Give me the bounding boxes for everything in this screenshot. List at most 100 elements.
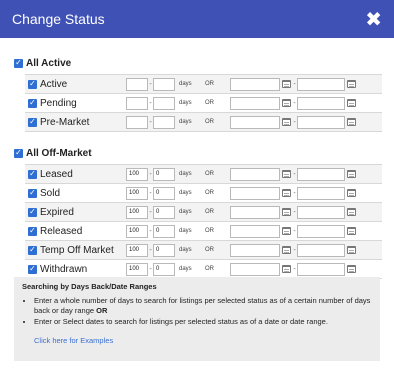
status-label: Pre-Market (40, 116, 90, 128)
calendar-icon[interactable] (282, 227, 291, 235)
days-from-input[interactable]: 100 (126, 224, 148, 238)
calendar-icon[interactable] (347, 265, 356, 273)
help-bullet-text: Enter a whole number of days to search f… (34, 296, 371, 315)
calendar-icon[interactable] (282, 265, 291, 273)
checkbox-checked-icon[interactable]: ✓ (28, 245, 37, 255)
status-label: Withdrawn (40, 263, 88, 275)
date-to-input[interactable] (297, 96, 345, 110)
status-checkbox-wrap[interactable]: ✓ Withdrawn (25, 264, 126, 275)
days-label: days (179, 119, 192, 125)
days-from-input[interactable]: 100 (126, 186, 148, 200)
help-bullet: Enter or Select dates to search for list… (34, 317, 372, 327)
status-checkbox-wrap[interactable]: ✓ Pending (25, 98, 126, 109)
calendar-icon[interactable] (347, 189, 356, 197)
dialog-body: ✓ All Active ✓ Active - days OR - ✓ Pending - day… (0, 38, 394, 279)
close-icon[interactable]: ✖ (365, 9, 382, 29)
status-checkbox-wrap[interactable]: ✓ Leased (25, 169, 126, 180)
or-label: OR (205, 81, 214, 87)
checkbox-checked-icon[interactable]: ✓ (28, 98, 37, 108)
date-from-input[interactable] (230, 224, 280, 238)
calendar-icon[interactable] (282, 99, 291, 107)
days-to-input[interactable]: 0 (153, 224, 175, 238)
status-checkbox-wrap[interactable]: ✓ Temp Off Market (25, 245, 126, 256)
days-from-input[interactable]: 100 (126, 205, 148, 219)
checkbox-checked-icon[interactable]: ✓ (14, 148, 23, 158)
days-from-input[interactable]: 100 (126, 243, 148, 257)
checkbox-checked-icon[interactable]: ✓ (28, 207, 37, 217)
group-all-off-market[interactable]: ✓ All Off-Market (14, 146, 382, 160)
days-to-input[interactable] (153, 77, 175, 91)
date-to-input[interactable] (297, 186, 345, 200)
checkbox-checked-icon[interactable]: ✓ (28, 188, 37, 198)
calendar-icon[interactable] (282, 80, 291, 88)
status-checkbox-wrap[interactable]: ✓ Released (25, 226, 126, 237)
checkbox-checked-icon[interactable]: ✓ (14, 58, 23, 68)
status-checkbox-wrap[interactable]: ✓ Expired (25, 207, 126, 218)
days-from-input[interactable]: 100 (126, 167, 148, 181)
date-to-input[interactable] (297, 243, 345, 257)
calendar-icon[interactable] (282, 189, 291, 197)
checkbox-checked-icon[interactable]: ✓ (28, 264, 37, 274)
checkbox-checked-icon[interactable]: ✓ (28, 226, 37, 236)
days-from-input[interactable] (126, 115, 148, 129)
days-from-input[interactable] (126, 77, 148, 91)
checkbox-checked-icon[interactable]: ✓ (28, 79, 37, 89)
calendar-icon[interactable] (347, 99, 356, 107)
or-label: OR (205, 266, 214, 272)
date-from-input[interactable] (230, 243, 280, 257)
or-label: OR (205, 190, 214, 196)
date-to-input[interactable] (297, 167, 345, 181)
days-label: days (179, 81, 192, 87)
checkbox-checked-icon[interactable]: ✓ (28, 169, 37, 179)
days-to-input[interactable]: 0 (153, 186, 175, 200)
status-checkbox-wrap[interactable]: ✓ Sold (25, 188, 126, 199)
calendar-icon[interactable] (347, 80, 356, 88)
checkbox-checked-icon[interactable]: ✓ (28, 117, 37, 127)
calendar-icon[interactable] (347, 170, 356, 178)
date-to-input[interactable] (297, 262, 345, 276)
status-label: Temp Off Market (40, 244, 114, 256)
days-to-input[interactable]: 0 (153, 262, 175, 276)
help-title: Searching by Days Back/Date Ranges (22, 282, 157, 291)
or-label: OR (205, 171, 214, 177)
date-from-input[interactable] (230, 167, 280, 181)
calendar-icon[interactable] (282, 118, 291, 126)
calendar-icon[interactable] (347, 246, 356, 254)
days-to-input[interactable] (153, 96, 175, 110)
calendar-icon[interactable] (282, 170, 291, 178)
status-row: ✓ Sold 100-0 days OR - (25, 184, 382, 203)
date-to-input[interactable] (297, 77, 345, 91)
days-from-input[interactable] (126, 96, 148, 110)
days-to-input[interactable]: 0 (153, 205, 175, 219)
status-row: ✓ Pre-Market - days OR - (25, 113, 382, 132)
calendar-icon[interactable] (282, 208, 291, 216)
status-checkbox-wrap[interactable]: ✓ Pre-Market (25, 117, 126, 128)
date-from-input[interactable] (230, 262, 280, 276)
date-from-input[interactable] (230, 115, 280, 129)
date-from-input[interactable] (230, 77, 280, 91)
date-from-input[interactable] (230, 205, 280, 219)
date-to-input[interactable] (297, 224, 345, 238)
status-label: Expired (40, 206, 74, 218)
days-label: days (179, 247, 192, 253)
calendar-icon[interactable] (347, 227, 356, 235)
date-from-input[interactable] (230, 186, 280, 200)
calendar-icon[interactable] (282, 246, 291, 254)
examples-link[interactable]: Click here for Examples (34, 336, 113, 346)
days-from-input[interactable]: 100 (126, 262, 148, 276)
dialog-title: Change Status (12, 11, 105, 27)
days-label: days (179, 100, 192, 106)
group-all-active[interactable]: ✓ All Active (14, 56, 382, 70)
days-label: days (179, 228, 192, 234)
date-to-input[interactable] (297, 115, 345, 129)
date-from-input[interactable] (230, 96, 280, 110)
calendar-icon[interactable] (347, 208, 356, 216)
status-checkbox-wrap[interactable]: ✓ Active (25, 79, 126, 90)
days-to-input[interactable]: 0 (153, 243, 175, 257)
calendar-icon[interactable] (347, 118, 356, 126)
date-to-input[interactable] (297, 205, 345, 219)
status-label: Released (40, 225, 83, 237)
days-to-input[interactable] (153, 115, 175, 129)
days-to-input[interactable]: 0 (153, 167, 175, 181)
days-label: days (179, 171, 192, 177)
